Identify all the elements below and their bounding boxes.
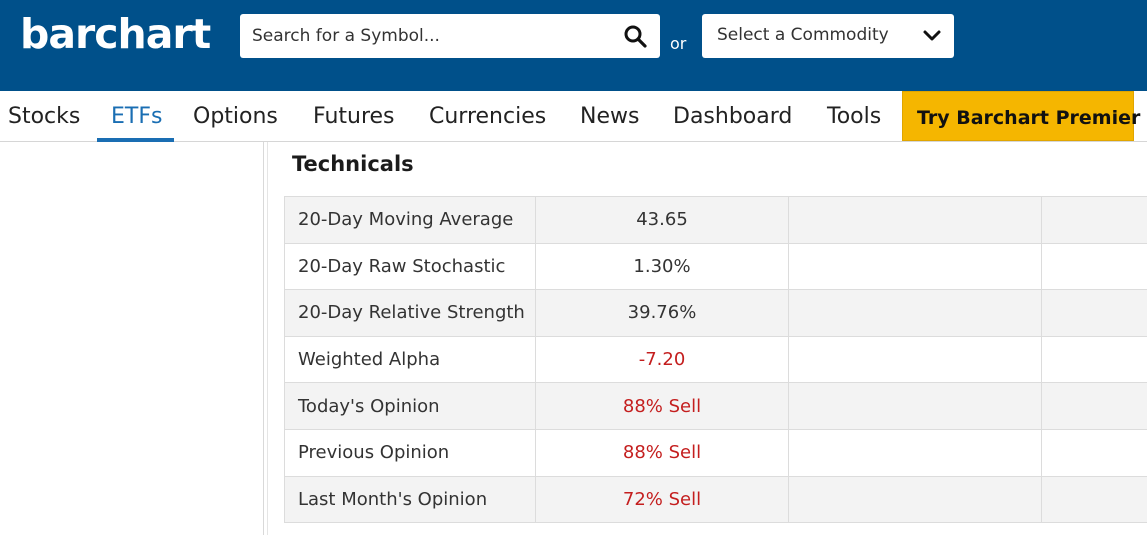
active-tab-indicator <box>97 138 174 142</box>
table-row: 20-Day Raw Stochastic 1.30% <box>284 242 1147 291</box>
row-value: -7.20 <box>535 335 789 384</box>
symbol-search-box <box>240 14 660 58</box>
sidebar-divider <box>263 142 264 535</box>
table-row: Previous Opinion 88% Sell <box>284 428 1147 477</box>
row-value: 88% Sell <box>535 382 789 430</box>
row-value: 72% Sell <box>535 475 789 524</box>
row-value: 43.65 <box>535 196 789 244</box>
row-label: Weighted Alpha <box>284 335 536 384</box>
empty-cell <box>1041 242 1147 291</box>
empty-cell <box>1041 382 1147 430</box>
empty-cell <box>1041 428 1147 477</box>
row-label: 20-Day Relative Strength <box>284 289 536 337</box>
row-value: 88% Sell <box>535 428 789 477</box>
nav-item-tools[interactable]: Tools <box>827 91 881 142</box>
empty-cell <box>788 382 1042 430</box>
commodity-select[interactable]: Select a Commodity <box>702 14 954 58</box>
empty-cell <box>1041 475 1147 524</box>
sidebar-divider-inner <box>267 142 268 535</box>
empty-cell <box>788 196 1042 244</box>
nav-item-futures[interactable]: Futures <box>313 91 395 142</box>
empty-cell <box>788 475 1042 524</box>
technicals-table: 20-Day Moving Average 43.65 20-Day Raw S… <box>284 196 1147 524</box>
row-label: 20-Day Moving Average <box>284 196 536 244</box>
row-label: 20-Day Raw Stochastic <box>284 242 536 291</box>
nav-item-dashboard[interactable]: Dashboard <box>673 91 792 142</box>
row-value: 1.30% <box>535 242 789 291</box>
chevron-down-icon <box>923 30 941 41</box>
nav-item-etfs[interactable]: ETFs <box>111 91 162 142</box>
or-label: or <box>670 34 687 53</box>
table-row: 20-Day Relative Strength 39.76% <box>284 289 1147 337</box>
nav-item-currencies[interactable]: Currencies <box>429 91 546 142</box>
symbol-search-input[interactable] <box>240 14 610 58</box>
empty-cell <box>1041 289 1147 337</box>
table-row: Today's Opinion 88% Sell <box>284 382 1147 430</box>
table-row: Last Month's Opinion 72% Sell <box>284 475 1147 524</box>
row-label: Last Month's Opinion <box>284 475 536 524</box>
technicals-title: Technicals <box>292 152 414 176</box>
commodity-select-label: Select a Commodity <box>717 25 889 45</box>
empty-cell <box>788 289 1042 337</box>
row-value: 39.76% <box>535 289 789 337</box>
empty-cell <box>1041 335 1147 384</box>
top-header: barchart or Select a Commodity <box>0 0 1147 91</box>
try-premier-label: Try Barchart Premier <box>917 107 1141 129</box>
table-row: 20-Day Moving Average 43.65 <box>284 196 1147 244</box>
nav-item-news[interactable]: News <box>580 91 639 142</box>
empty-cell <box>1041 196 1147 244</box>
search-icon[interactable] <box>623 24 647 48</box>
row-label: Previous Opinion <box>284 428 536 477</box>
table-row: Weighted Alpha -7.20 <box>284 335 1147 384</box>
nav-item-options[interactable]: Options <box>193 91 278 142</box>
empty-cell <box>788 428 1042 477</box>
row-label: Today's Opinion <box>284 382 536 430</box>
empty-cell <box>788 335 1042 384</box>
nav-item-stocks[interactable]: Stocks <box>8 91 80 142</box>
try-premier-button[interactable]: Try Barchart Premier <box>902 91 1140 141</box>
empty-cell <box>788 242 1042 291</box>
main-nav: Stocks ETFs Options Futures Currencies N… <box>0 91 1147 142</box>
barchart-logo[interactable]: barchart <box>20 8 211 60</box>
